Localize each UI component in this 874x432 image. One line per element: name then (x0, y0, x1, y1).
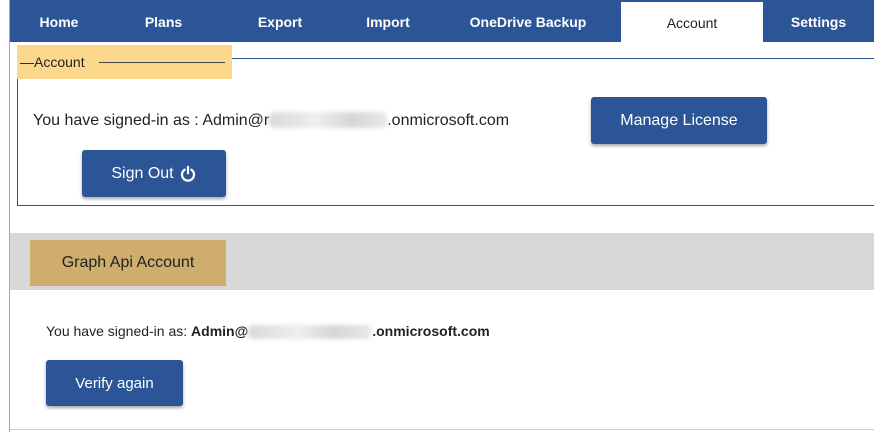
sign-out-button[interactable]: Sign Out (82, 150, 226, 197)
power-icon (180, 165, 195, 182)
graph-signin-prefix: You have signed-in as: (46, 323, 192, 339)
account-signin-text: You have signed-in as : Admin@r .onmicros… (33, 112, 509, 130)
tab-onedrive-backup[interactable]: OneDrive Backup (435, 0, 621, 42)
graph-redacted-domain (248, 325, 373, 339)
graph-signin-user: Admin@ (191, 323, 249, 339)
sign-out-label: Sign Out (111, 164, 174, 182)
graph-signin-text: You have signed-in as: Admin@ .onmicrosof… (46, 323, 490, 339)
graph-signin-suffix: .onmicrosoft.com (372, 323, 490, 339)
manage-license-button[interactable]: Manage License (591, 97, 767, 144)
verify-again-label: Verify again (75, 374, 154, 392)
account-legend: —Account (20, 54, 91, 70)
manage-license-label: Manage License (620, 111, 738, 129)
graph-api-title: Graph Api Account (30, 240, 226, 286)
legend-rule (99, 62, 225, 63)
tab-bar: Home Plans Export Import OneDrive Backup… (10, 0, 874, 42)
tab-settings[interactable]: Settings (763, 0, 874, 42)
signin-suffix: .onmicrosoft.com (387, 112, 510, 129)
signin-prefix: You have signed-in as : Admin@ (33, 112, 264, 129)
tab-plans[interactable]: Plans (108, 0, 219, 42)
tab-import[interactable]: Import (341, 0, 435, 42)
tab-account[interactable]: Account (621, 2, 763, 42)
redacted-domain (269, 112, 388, 128)
verify-again-button[interactable]: Verify again (46, 360, 183, 406)
tab-home[interactable]: Home (10, 0, 108, 42)
graph-api-title-text: Graph Api Account (61, 254, 195, 271)
tab-export[interactable]: Export (219, 0, 341, 42)
